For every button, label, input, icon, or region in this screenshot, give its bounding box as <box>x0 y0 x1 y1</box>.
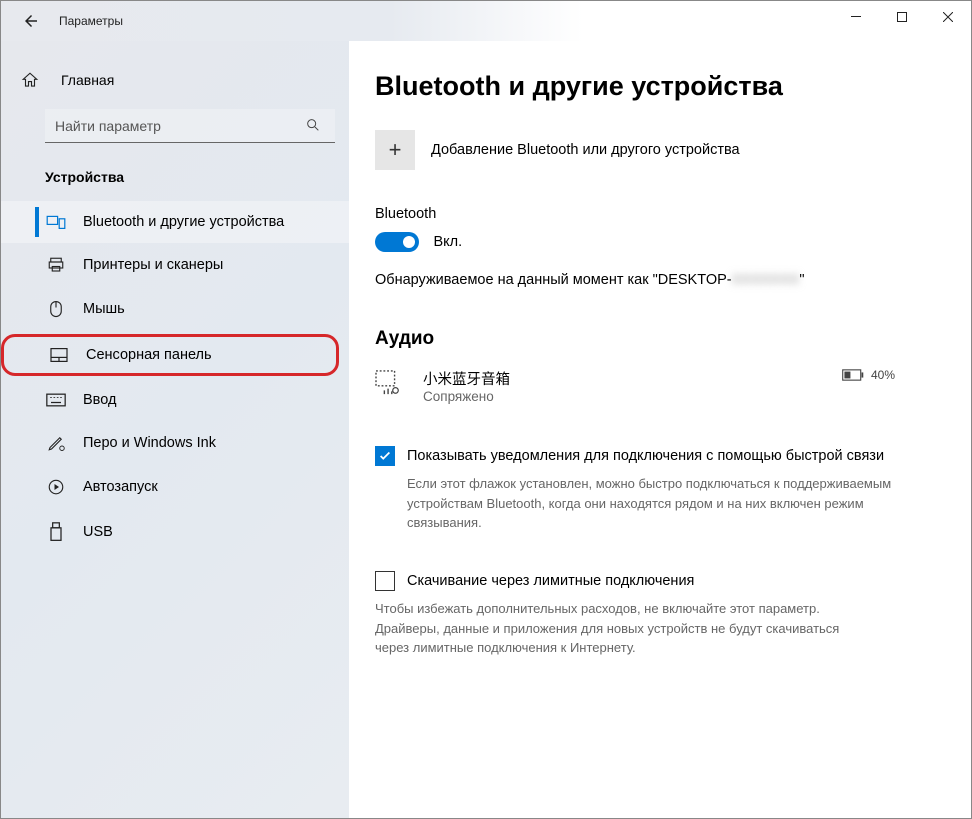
plus-icon: + <box>375 130 415 170</box>
quick-pair-help: Если этот флажок установлен, можно быстр… <box>407 474 907 533</box>
sidebar-item-autoplay[interactable]: Автозапуск <box>1 465 349 509</box>
close-button[interactable] <box>925 1 971 33</box>
sidebar-item-mouse[interactable]: Мышь <box>1 287 349 331</box>
minimize-icon <box>851 12 861 22</box>
sidebar-section-title: Устройства <box>1 163 349 201</box>
maximize-icon <box>897 12 907 22</box>
audio-device-row[interactable]: 小米蓝牙音箱 Сопряжено 40% <box>375 364 895 408</box>
add-device-label: Добавление Bluetooth или другого устройс… <box>431 142 740 158</box>
sidebar-item-pen[interactable]: Перо и Windows Ink <box>1 421 349 465</box>
bluetooth-toggle[interactable] <box>375 232 419 252</box>
bluetooth-label: Bluetooth <box>375 206 931 222</box>
battery-indicator: 40% <box>841 368 895 382</box>
metered-checkbox[interactable] <box>375 571 395 591</box>
battery-percent: 40% <box>871 368 895 382</box>
home-label: Главная <box>61 72 114 88</box>
bluetooth-toggle-row: Вкл. <box>375 232 931 252</box>
quick-pair-label: Показывать уведомления для подключения с… <box>407 446 884 466</box>
device-name: 小米蓝牙音箱 <box>423 368 841 389</box>
audio-heading: Аудио <box>375 328 931 350</box>
metered-help: Чтобы избежать дополнительных расходов, … <box>375 599 875 658</box>
content-area: Bluetooth и другие устройства + Добавлен… <box>349 41 971 818</box>
usb-icon <box>45 522 67 542</box>
sidebar-item-label: USB <box>83 524 113 540</box>
quick-pair-checkbox[interactable] <box>375 446 395 466</box>
printer-icon <box>45 256 67 274</box>
sidebar-item-bluetooth[interactable]: Bluetooth и другие устройства <box>1 201 349 243</box>
audio-device-icon <box>375 368 411 396</box>
arrow-left-icon <box>22 12 40 30</box>
page-title: Bluetooth и другие устройства <box>375 71 931 102</box>
sidebar-item-usb[interactable]: USB <box>1 509 349 555</box>
touchpad-icon <box>48 347 70 363</box>
battery-icon <box>841 369 865 381</box>
sidebar-item-printers[interactable]: Принтеры и сканеры <box>1 243 349 287</box>
sidebar-item-label: Ввод <box>83 392 116 408</box>
discoverable-text: Обнаруживаемое на данный момент как "DES… <box>375 272 931 288</box>
quick-pair-row: Показывать уведомления для подключения с… <box>375 446 895 466</box>
sidebar-item-label: Bluetooth и другие устройства <box>83 214 284 230</box>
metered-row: Скачивание через лимитные подключения <box>375 571 895 591</box>
search-input[interactable] <box>45 109 335 143</box>
sidebar-item-label: Перо и Windows Ink <box>83 435 216 451</box>
close-icon <box>943 12 953 22</box>
sidebar-item-label: Мышь <box>83 301 125 317</box>
sidebar-item-touchpad[interactable]: Сенсорная панель <box>1 334 339 376</box>
search-box <box>45 109 331 143</box>
sidebar-item-typing[interactable]: Ввод <box>1 379 349 421</box>
toggle-state-label: Вкл. <box>433 234 462 250</box>
pen-icon <box>45 434 67 452</box>
titlebar: Параметры <box>1 1 971 41</box>
mouse-icon <box>45 300 67 318</box>
sidebar-item-label: Принтеры и сканеры <box>83 257 223 273</box>
home-nav[interactable]: Главная <box>1 61 349 99</box>
device-name-redacted: XXXXXXX <box>732 272 800 288</box>
checkmark-icon <box>378 449 392 463</box>
home-icon <box>21 71 43 89</box>
keyboard-icon <box>45 393 67 407</box>
sidebar-item-label: Сенсорная панель <box>86 347 212 363</box>
sidebar-item-label: Автозапуск <box>83 479 158 495</box>
minimize-button[interactable] <box>833 1 879 33</box>
window-controls <box>833 1 971 33</box>
autoplay-icon <box>45 478 67 496</box>
back-button[interactable] <box>19 9 43 33</box>
bluetooth-devices-icon <box>45 214 67 230</box>
search-icon <box>305 117 321 133</box>
app-title: Параметры <box>59 14 123 28</box>
sidebar: Главная Устройства Bluetooth и другие ус… <box>1 41 349 818</box>
metered-label: Скачивание через лимитные подключения <box>407 571 694 591</box>
maximize-button[interactable] <box>879 1 925 33</box>
add-device-button[interactable]: + Добавление Bluetooth или другого устро… <box>375 130 931 170</box>
device-status: Сопряжено <box>423 389 841 404</box>
